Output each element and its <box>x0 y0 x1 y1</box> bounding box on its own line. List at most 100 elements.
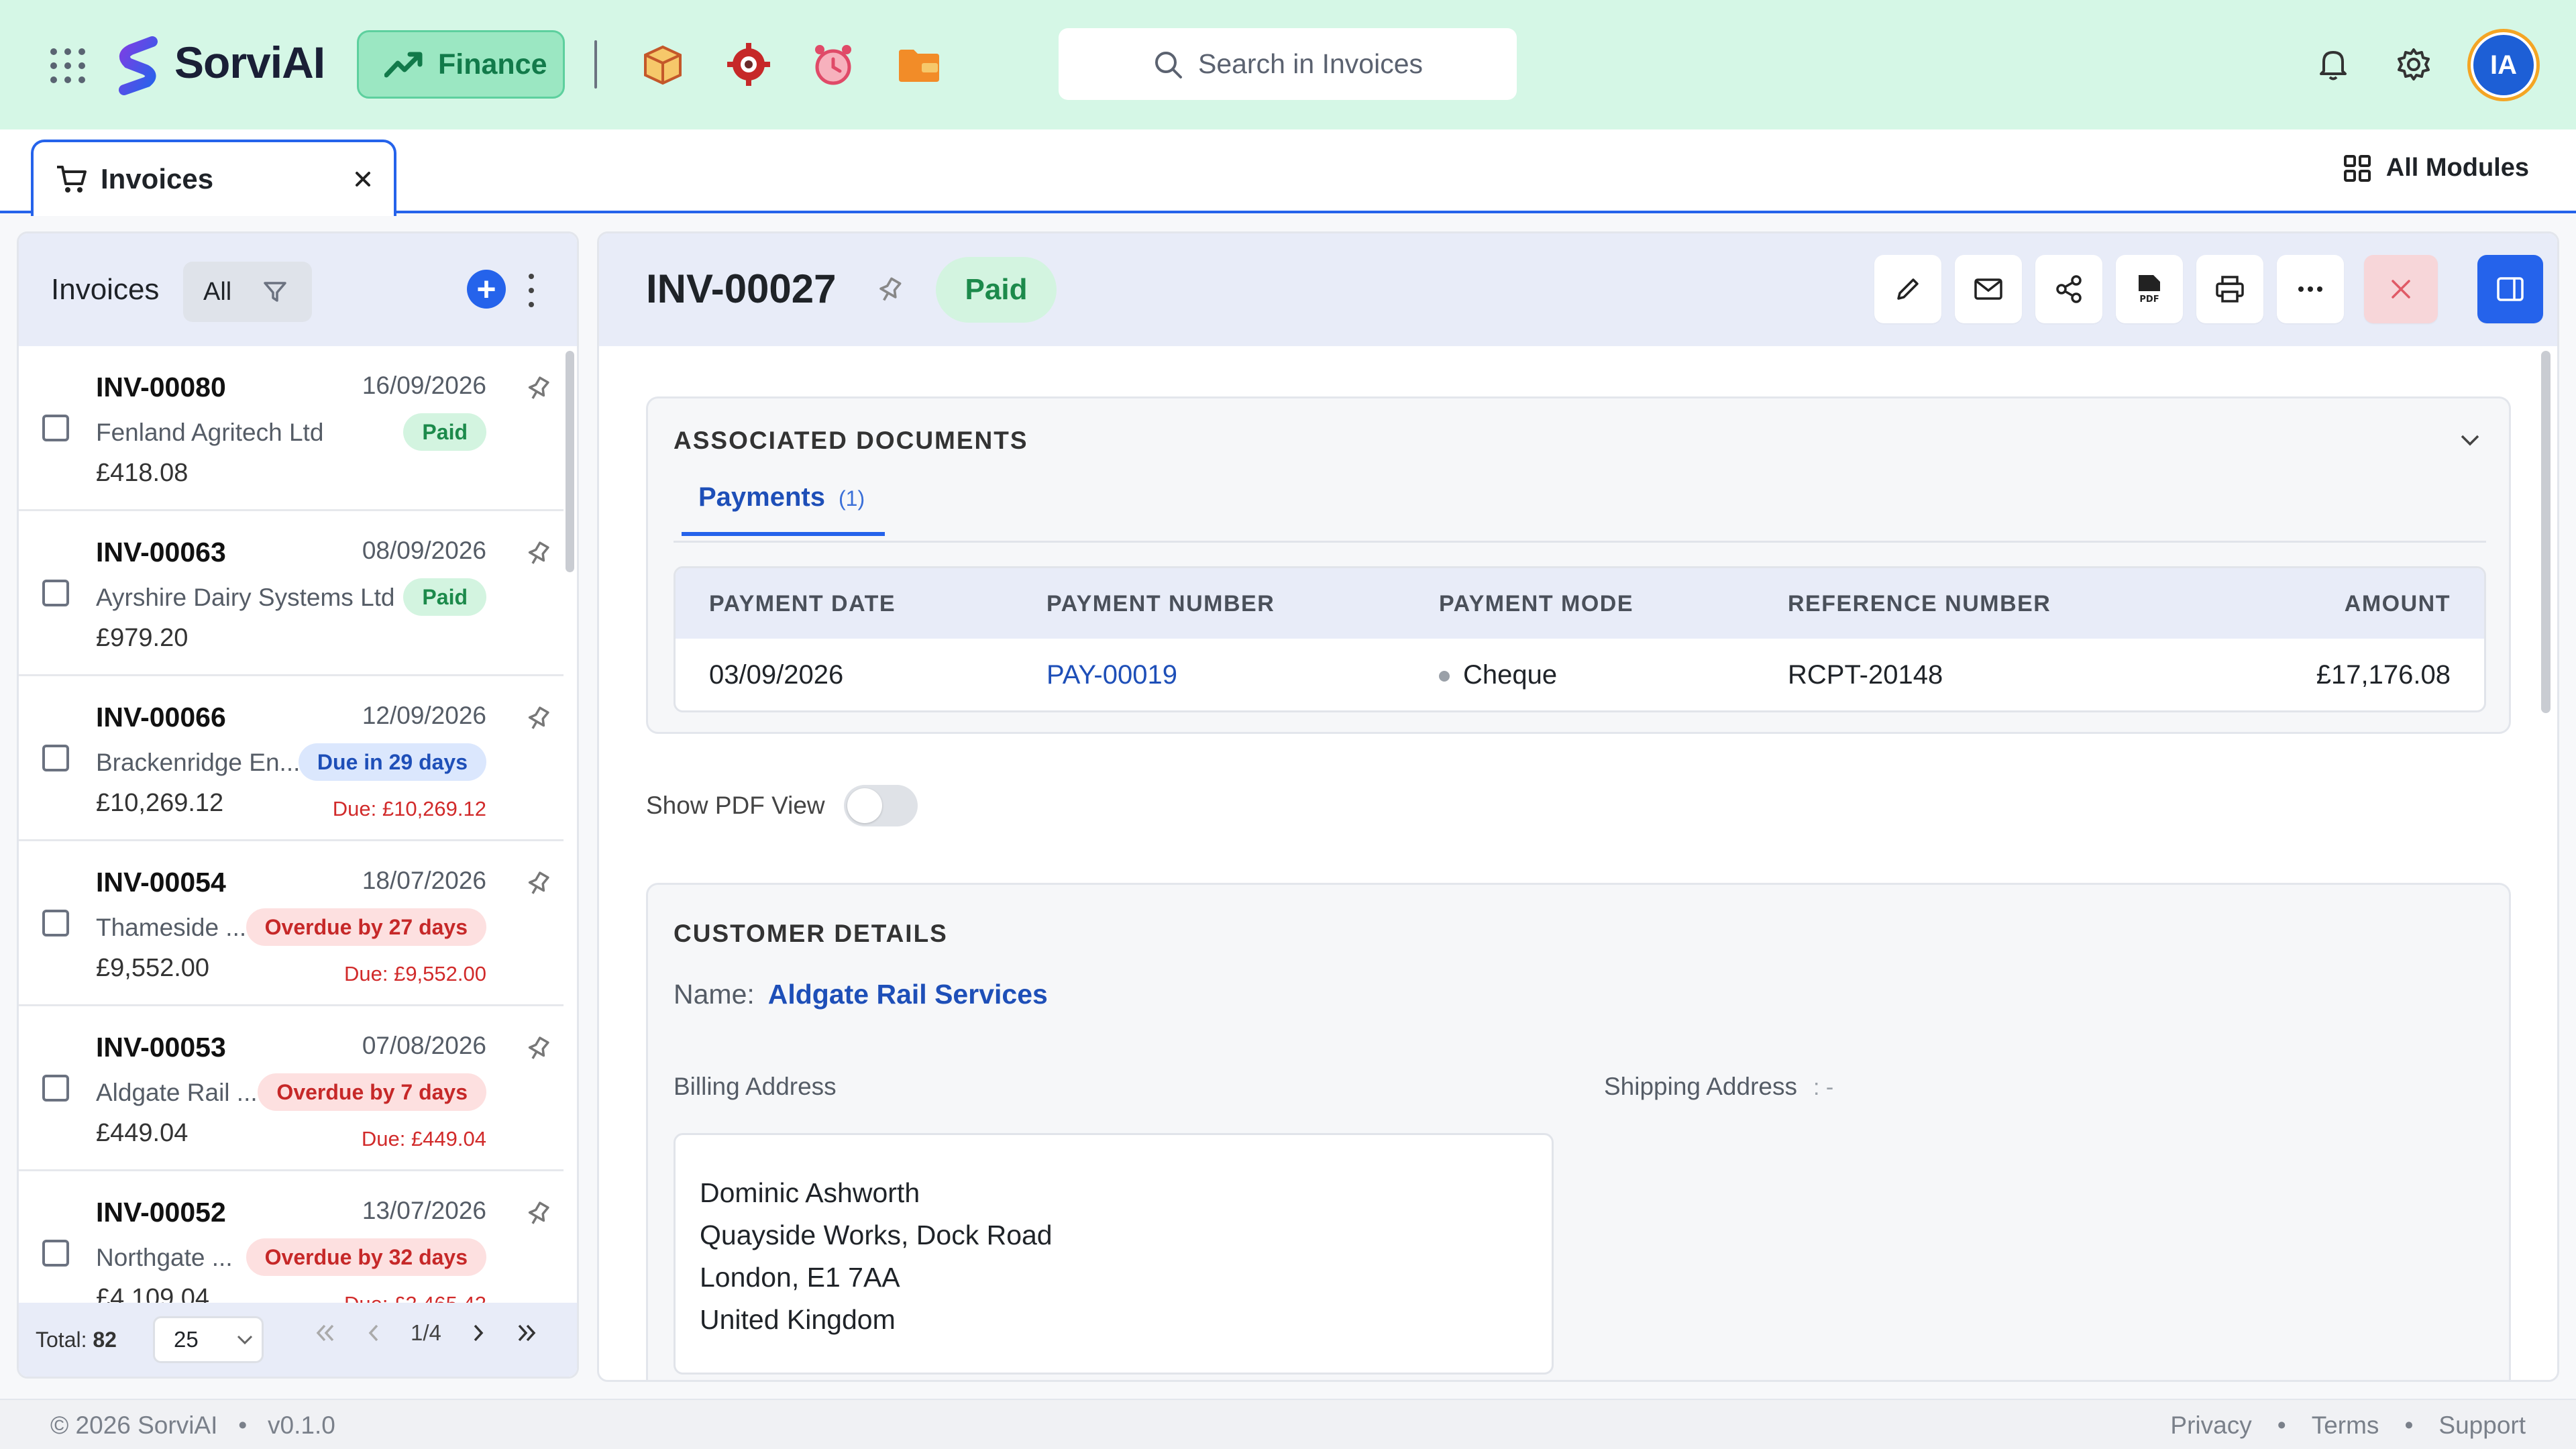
next-page-icon[interactable] <box>471 1323 486 1343</box>
invoice-number: INV-00053 <box>96 1032 226 1063</box>
module-finance-button[interactable]: Finance <box>357 30 565 99</box>
pdf-toggle-label: Show PDF View <box>646 792 825 819</box>
close-detail-button[interactable] <box>2364 255 2438 323</box>
privacy-link[interactable]: Privacy <box>2170 1411 2251 1440</box>
page-size-select[interactable]: 25 <box>153 1316 264 1363</box>
pdf-file-icon: PDF <box>2139 275 2160 305</box>
item-checkbox[interactable] <box>42 580 69 606</box>
add-invoice-button[interactable]: + <box>467 270 506 309</box>
column-header: PAYMENT NUMBER <box>1046 591 1275 616</box>
invoice-date: 08/09/2026 <box>362 537 486 564</box>
chevron-down-icon[interactable] <box>2458 432 2482 448</box>
total-count: Total: 82 <box>36 1327 117 1352</box>
pdf-view-toggle-row: Show PDF View <box>646 785 918 826</box>
tab-payments[interactable]: Payments (1) <box>682 482 885 536</box>
last-page-icon[interactable] <box>515 1323 538 1343</box>
table-header-row: PAYMENT DATE PAYMENT NUMBER PAYMENT MODE… <box>676 568 2484 639</box>
share-button[interactable] <box>2035 255 2102 323</box>
pin-icon[interactable] <box>523 704 553 734</box>
page-footer: © 2026 SorviAI • v0.1.0 Privacy • Terms … <box>0 1399 2576 1449</box>
customer-name-row: Name: Aldgate Rail Services <box>674 979 1048 1010</box>
tab-invoices[interactable]: Invoices <box>31 140 396 216</box>
item-checkbox[interactable] <box>42 415 69 441</box>
invoice-amount: £418.08 <box>96 459 189 487</box>
version: v0.1.0 <box>268 1411 335 1439</box>
invoice-list-item[interactable]: INV-00066 12/09/2026 Brackenridge En... … <box>19 676 564 841</box>
modules-grid-icon <box>2343 154 2371 182</box>
first-page-icon[interactable] <box>314 1323 337 1343</box>
bell-icon[interactable] <box>2314 46 2352 83</box>
payment-mode: Cheque <box>1439 660 1557 690</box>
customer-name-link[interactable]: Aldgate Rail Services <box>768 979 1048 1010</box>
invoice-detail-panel: INV-00027 Paid PDF ASSOCIATED DOCUMENTS … <box>597 231 2559 1382</box>
sorviai-logo <box>119 36 158 95</box>
payment-number-link[interactable]: PAY-00019 <box>1046 660 1177 690</box>
detail-scrollbar[interactable] <box>2541 351 2551 713</box>
customer-name: Aldgate Rail ... <box>96 1079 258 1106</box>
item-checkbox[interactable] <box>42 1075 69 1102</box>
item-checkbox[interactable] <box>42 910 69 936</box>
more-actions-button[interactable] <box>2277 255 2344 323</box>
pdf-view-toggle[interactable] <box>843 785 918 826</box>
footer-links: Privacy • Terms • Support <box>2170 1411 2526 1440</box>
address-line: London, E1 7AA <box>700 1262 900 1293</box>
name-label: Name: <box>674 979 755 1010</box>
pencil-icon <box>1897 278 1919 300</box>
invoice-list-item[interactable]: INV-00054 18/07/2026 Thameside ... Overd… <box>19 841 564 1006</box>
page-indicator: 1/4 <box>411 1320 441 1345</box>
app-launcher-icon[interactable] <box>50 48 85 83</box>
detail-header: INV-00027 Paid PDF <box>599 233 2557 346</box>
download-pdf-button[interactable]: PDF <box>2116 255 2183 323</box>
invoice-list: INV-00080 16/09/2026 Fenland Agritech Lt… <box>19 346 564 1336</box>
invoice-list-item[interactable]: INV-00053 07/08/2026 Aldgate Rail ... Ov… <box>19 1006 564 1171</box>
shopping-cart-icon <box>57 166 87 193</box>
column-header: AMOUNT <box>2344 591 2451 616</box>
search-input[interactable]: Search in Invoices <box>1059 28 1517 100</box>
mail-icon <box>1974 278 2002 300</box>
support-link[interactable]: Support <box>2438 1411 2526 1440</box>
invoice-date: 12/09/2026 <box>362 702 486 729</box>
pin-icon[interactable] <box>523 539 553 569</box>
list-pagination: Total: 82 25 1/4 <box>19 1303 577 1377</box>
user-avatar[interactable]: IA <box>2467 29 2540 101</box>
folder-icon[interactable] <box>895 40 943 89</box>
table-row[interactable]: 03/09/2026 PAY-00019 Cheque RCPT-20148 £… <box>676 639 2484 710</box>
invoice-list-item[interactable]: INV-00080 16/09/2026 Fenland Agritech Lt… <box>19 346 564 511</box>
share-icon <box>2056 275 2082 303</box>
pin-icon[interactable] <box>523 374 553 404</box>
pin-icon[interactable] <box>874 275 905 306</box>
list-filter-button[interactable]: All <box>183 262 312 322</box>
due-amount: Due: £449.04 <box>361 1127 486 1150</box>
status-badge: Overdue by 32 days <box>246 1238 486 1276</box>
email-button[interactable] <box>1955 255 2022 323</box>
settings-icon[interactable] <box>2395 46 2432 83</box>
item-checkbox[interactable] <box>42 745 69 771</box>
invoice-amount: £979.20 <box>96 624 189 652</box>
previous-page-icon[interactable] <box>366 1323 381 1343</box>
package-icon[interactable] <box>639 40 687 89</box>
customer-name: Ayrshire Dairy Systems Ltd <box>96 584 395 611</box>
due-amount: Due: £10,269.12 <box>332 797 486 820</box>
column-header: PAYMENT MODE <box>1439 591 1634 616</box>
pin-icon[interactable] <box>523 1199 553 1229</box>
toggle-side-panel-button[interactable] <box>2477 255 2543 323</box>
invoice-list-item[interactable]: INV-00063 08/09/2026 Ayrshire Dairy Syst… <box>19 511 564 676</box>
close-tab-icon[interactable] <box>354 170 372 189</box>
edit-button[interactable] <box>1874 255 1941 323</box>
pin-icon[interactable] <box>523 1034 553 1064</box>
list-scrollbar[interactable] <box>566 351 574 572</box>
invoice-number: INV-00054 <box>96 867 226 898</box>
invoice-date: 07/08/2026 <box>362 1032 486 1059</box>
tab-label: Invoices <box>101 163 214 195</box>
pin-icon[interactable] <box>523 869 553 899</box>
all-modules-button[interactable]: All Modules <box>2343 154 2529 182</box>
gear-wheel-icon[interactable] <box>724 40 773 89</box>
invoice-date: 13/07/2026 <box>362 1197 486 1224</box>
tab-payments-label: Payments <box>698 482 825 512</box>
app-name: SorviAI <box>174 38 325 87</box>
more-options-icon[interactable] <box>527 274 535 307</box>
alarm-clock-icon[interactable] <box>809 40 857 89</box>
item-checkbox[interactable] <box>42 1240 69 1267</box>
print-button[interactable] <box>2196 255 2263 323</box>
terms-link[interactable]: Terms <box>2312 1411 2379 1440</box>
